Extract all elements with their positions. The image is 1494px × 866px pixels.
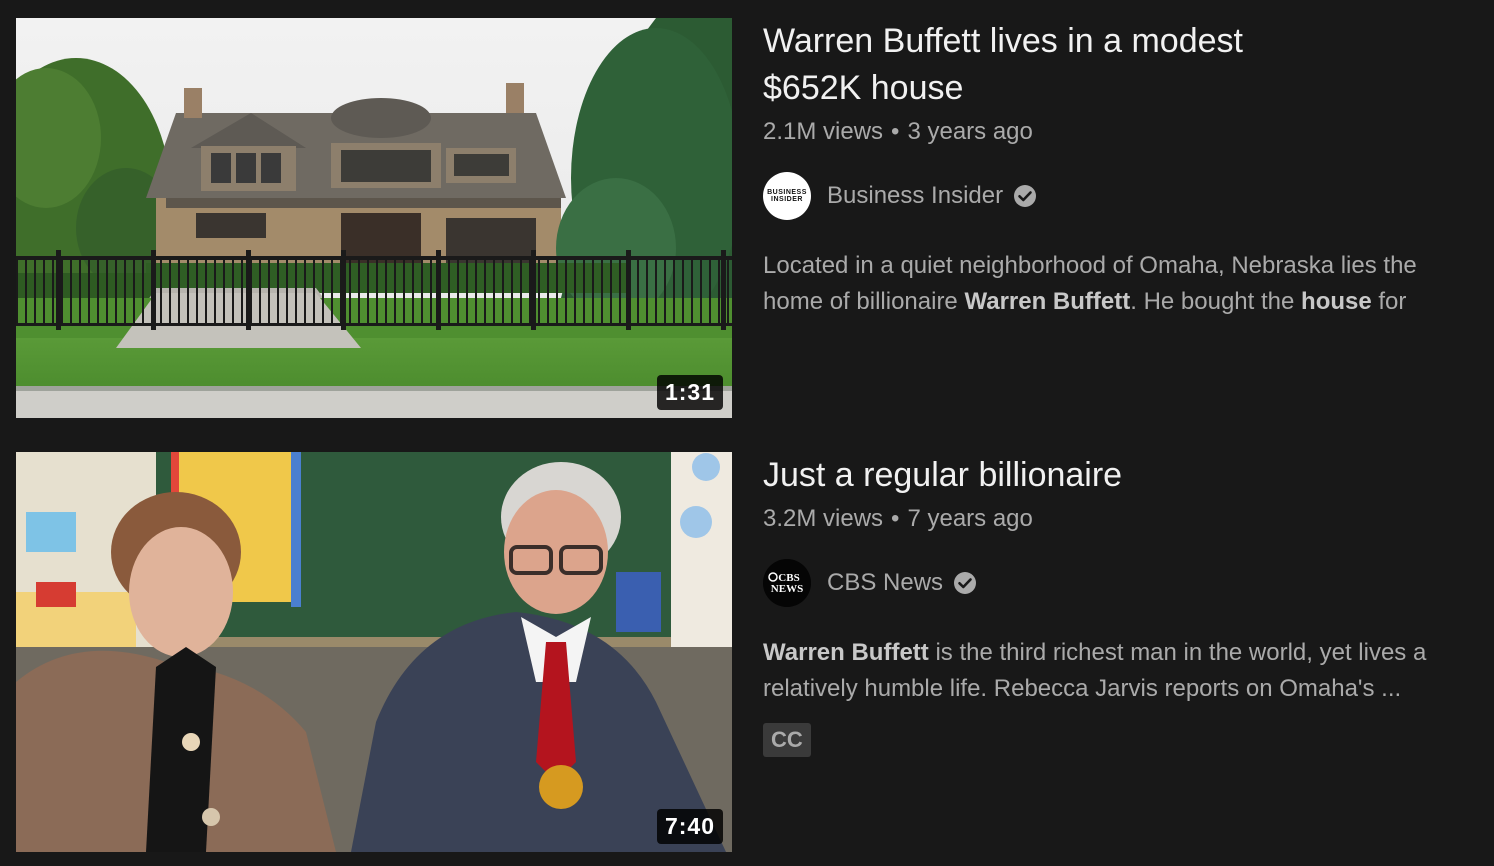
- cbs-eye-logo-icon: CBS NEWS: [763, 559, 811, 607]
- video-metadata: 2.1M views • 3 years ago: [763, 118, 1478, 146]
- video-description: Located in a quiet neighborhood of Omaha…: [763, 248, 1478, 320]
- video-title-line-2: $652K house: [763, 69, 964, 107]
- video-duration: 7:40: [656, 809, 723, 844]
- description-highlight: Warren Buffett: [964, 288, 1131, 315]
- avatar-logo-text-2: INSIDER: [771, 196, 803, 203]
- meta-separator: •: [891, 118, 900, 145]
- upload-age: 7 years ago: [907, 505, 1033, 532]
- description-highlight: Warren Buffett: [763, 639, 929, 666]
- video-title-line-1: Just a regular billionaire: [763, 456, 1123, 494]
- channel-link[interactable]: BUSINESS INSIDER Business Insider: [763, 172, 1478, 220]
- video-info-1: Warren Buffett lives in a modest $652K h…: [763, 18, 1478, 320]
- video-info-2: Just a regular billionaire 3.2M views • 7 …: [763, 452, 1478, 757]
- video-title-link[interactable]: Warren Buffett lives in a modest $652K h…: [763, 18, 1478, 112]
- channel-link[interactable]: CBS NEWS CBS News: [763, 559, 1478, 607]
- channel-avatar[interactable]: CBS NEWS: [763, 559, 811, 607]
- video-duration: 1:31: [656, 375, 723, 410]
- description-highlight: house: [1301, 288, 1372, 315]
- video-result-1: 1:31 Warren Buffett lives in a modest $6…: [0, 18, 1494, 418]
- video-title-line-1: Warren Buffett lives in a modest: [763, 22, 1243, 60]
- upload-age: 3 years ago: [907, 118, 1033, 145]
- channel-avatar[interactable]: BUSINESS INSIDER: [763, 172, 811, 220]
- video-description: Warren Buffett is the third richest man …: [763, 635, 1478, 707]
- avatar-logo-text-1: BUSINESS: [767, 189, 807, 196]
- channel-name[interactable]: Business Insider: [827, 182, 1003, 210]
- closed-captions-badge: CC: [763, 723, 811, 757]
- video-title-link[interactable]: Just a regular billionaire: [763, 452, 1478, 499]
- search-results: 1:31 Warren Buffett lives in a modest $6…: [0, 0, 1494, 866]
- video-result-2: 7:40 Just a regular billionaire 3.2M vie…: [0, 452, 1494, 852]
- svg-text:NEWS: NEWS: [771, 583, 803, 595]
- channel-name[interactable]: CBS News: [827, 569, 943, 597]
- video-thumbnail-1[interactable]: 1:31: [16, 18, 732, 418]
- meta-separator: •: [891, 505, 900, 532]
- video-thumbnail-2[interactable]: 7:40: [16, 452, 732, 852]
- description-text: . He bought the: [1130, 288, 1302, 315]
- verified-check-icon: [954, 572, 977, 594]
- house-thumbnail-image: [16, 18, 732, 418]
- verified-check-icon: [1014, 185, 1037, 207]
- view-count: 3.2M views: [763, 505, 884, 532]
- view-count: 2.1M views: [763, 118, 884, 145]
- classroom-interview-thumbnail-image: [16, 452, 732, 852]
- video-metadata: 3.2M views • 7 years ago: [763, 505, 1478, 533]
- description-text: for: [1371, 288, 1407, 315]
